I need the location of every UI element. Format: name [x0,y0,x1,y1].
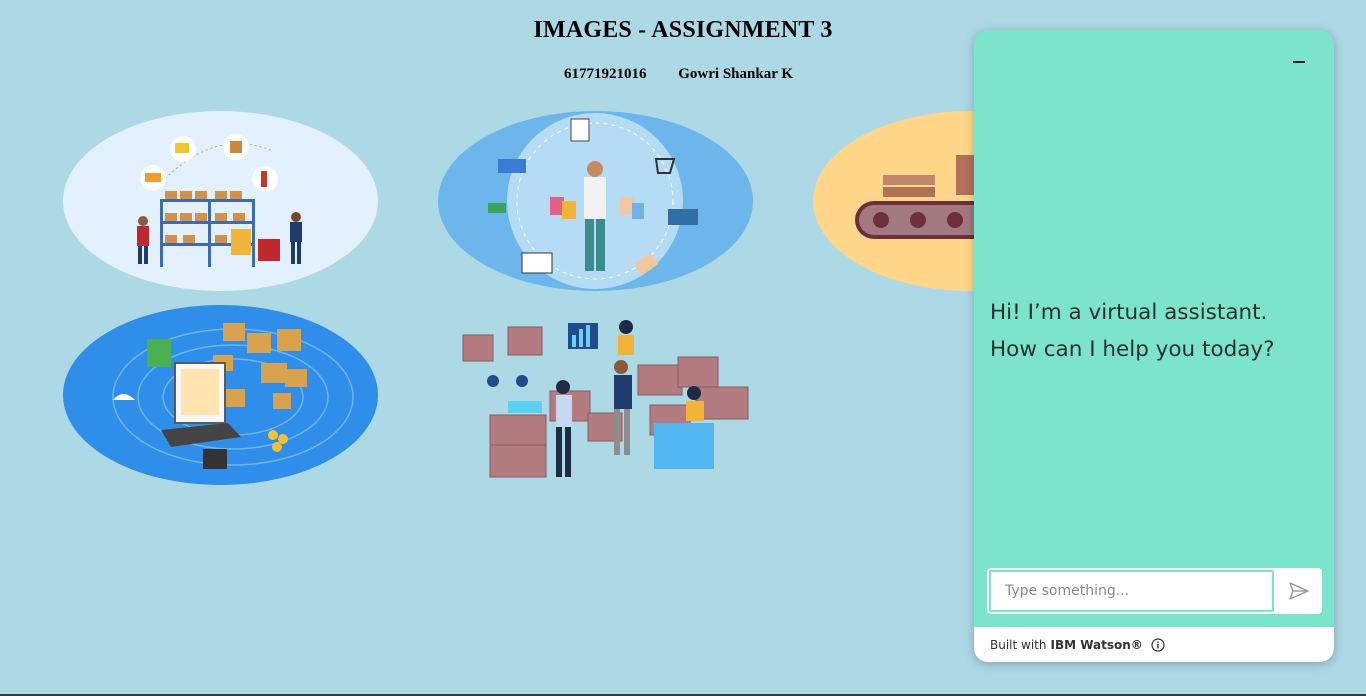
assistant-greeting: Hi! I’m a virtual assistant. How can I h… [990,300,1275,362]
student-info: 61771921016 Gowri Shankar K [564,66,793,83]
message-input[interactable] [989,570,1274,612]
footer-prefix: Built with [990,637,1047,652]
send-button[interactable] [1276,568,1322,614]
chat-widget: Hi! I’m a virtual assistant. How can I h… [974,30,1334,662]
student-name: Gowri Shankar K [678,66,793,82]
shopping-person-illustration [438,111,753,291]
send-icon [1289,582,1309,600]
info-icon[interactable] [1151,637,1165,652]
warehouse-workers-boxes-illustration [438,305,753,485]
inventory-laptop-illustration [63,305,378,485]
warehouse-shelves-illustration [63,111,378,291]
footer-brand: IBM Watson® [1050,637,1143,652]
student-id: 61771921016 [564,66,647,82]
minimize-icon[interactable] [1288,50,1310,72]
message-input-container [987,568,1322,614]
chat-footer: Built with IBM Watson® [974,627,1334,662]
